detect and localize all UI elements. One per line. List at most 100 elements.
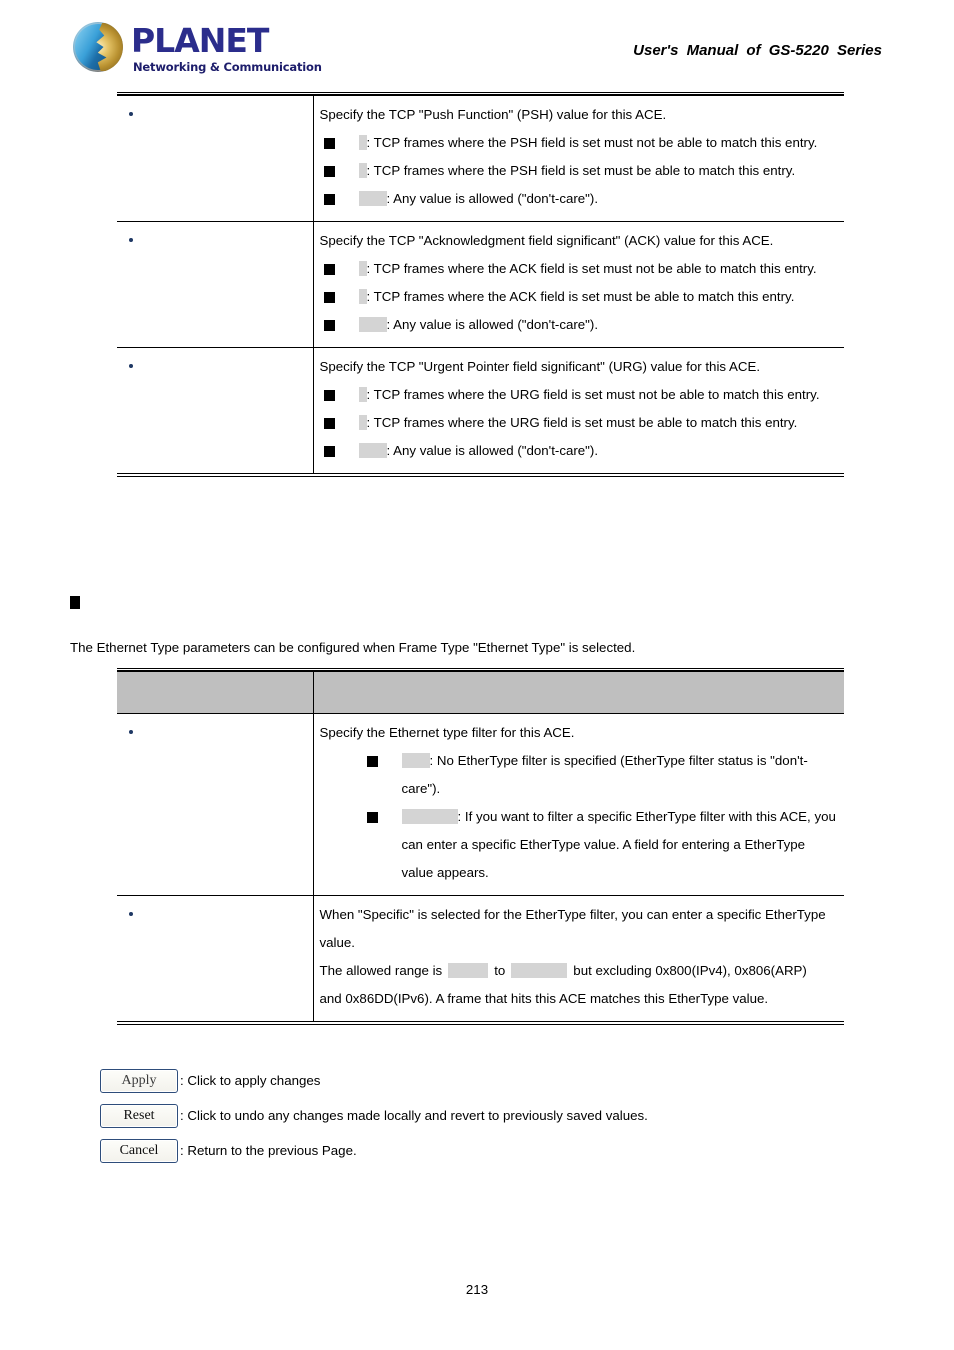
redacted-value [358,163,367,178]
tcp-flags-table: Specify the TCP "Push Function" (PSH) va… [117,92,844,479]
bullet-icon [129,238,133,242]
option-list: : TCP frames where the URG field is set … [320,381,839,465]
range-suffix: but excluding 0x800(IPv4), 0x806(ARP) [573,963,807,978]
bullet-icon [129,112,133,116]
param-desc-cell: When "Specific" is selected for the Ethe… [313,896,844,1024]
logo-wordmark: PLANET [131,21,269,60]
option-list: : TCP frames where the PSH field is set … [320,129,839,213]
range-prefix: The allowed range is [319,963,443,978]
globe-logo-icon [73,22,123,72]
square-bullet-icon [323,446,335,457]
param-desc-cell: Specify the TCP "Acknowledgment field si… [313,221,844,348]
cancel-button-caption: : Return to the previous Page. [180,1143,357,1158]
option-text: : No EtherType filter is specified (Ethe… [401,753,808,796]
param-desc-cell: Specify the Ethernet type filter for thi… [313,713,844,896]
table-row: Specify the TCP "Push Function" (PSH) va… [117,95,844,222]
param-name-cell [117,713,314,896]
param-name-cell [117,95,314,222]
table-header-row [117,671,844,714]
logo-tagline: Networking & Communication [133,60,322,74]
planet-logo: PLANET Networking & Communication [73,20,373,80]
list-item: : Any value is allowed ("don't-care"). [320,437,839,465]
redacted-value [358,443,387,458]
desc-line-3: and 0x86DD(IPv6). A frame that hits this… [319,991,769,1006]
square-bullet-icon [323,418,335,429]
square-bullet-icon [323,166,335,177]
desc-line-1: When "Specific" is selected for the Ethe… [319,907,826,950]
list-item: : TCP frames where the PSH field is set … [320,129,839,157]
list-item: : Any value is allowed ("don't-care"). [320,185,839,213]
option-text: : Any value is allowed ("don't-care"). [386,443,599,458]
redacted-value [358,191,387,206]
option-text: : Any value is allowed ("don't-care"). [386,191,599,206]
redacted-value [358,387,367,402]
bullet-icon [129,364,133,368]
bullet-icon [129,912,133,916]
manual-title: User's Manual of GS-5220 Series [633,42,882,59]
redacted-value [401,753,430,768]
button-row-reset: Reset : Click to undo any changes made l… [100,1098,860,1133]
redacted-value [358,289,367,304]
square-bullet-icon [366,812,378,823]
square-bullet-icon [323,390,335,401]
option-text: : TCP frames where the ACK field is set … [366,261,817,276]
option-text: : TCP frames where the URG field is set … [366,387,820,402]
redacted-value [358,135,367,150]
option-list: : TCP frames where the ACK field is set … [320,255,839,339]
list-item: : TCP frames where the ACK field is set … [320,255,839,283]
param-desc-cell: Specify the TCP "Urgent Pointer field si… [313,348,844,476]
button-row-apply: Apply : Click to apply changes [100,1063,860,1098]
redacted-range-max [511,963,568,978]
cancel-button[interactable]: Cancel [100,1138,178,1163]
table-row: Specify the TCP "Urgent Pointer field si… [117,347,844,476]
square-bullet-icon [323,264,335,275]
table-bottom-border [117,1021,844,1027]
ethernet-type-table: Specify the Ethernet type filter for thi… [117,668,844,1027]
redacted-value [358,415,367,430]
desc-intro: Specify the Ethernet type filter for thi… [319,725,575,740]
square-bullet-icon [323,320,335,331]
option-text: : TCP frames where the PSH field is set … [366,163,796,178]
table-row: Specify the Ethernet type filter for thi… [117,713,844,896]
desc-range-line: The allowed range is to but excluding 0x80… [320,957,839,985]
reset-button-caption: : Click to undo any changes made locally… [180,1108,648,1123]
desc-intro: Specify the TCP "Urgent Pointer field si… [319,359,761,374]
option-list: : No EtherType filter is specified (Ethe… [320,747,839,887]
square-bullet-icon [323,292,335,303]
bullet-icon [129,730,133,734]
square-bullet-icon [70,596,80,609]
reset-button[interactable]: Reset [100,1103,178,1128]
section-intro-text: The Ethernet Type parameters can be conf… [70,640,636,655]
option-text: : TCP frames where the PSH field is set … [366,135,818,150]
redacted-value [358,317,387,332]
table-bottom-border [117,473,844,479]
page-number: 213 [465,1282,489,1297]
button-legend-block: Apply : Click to apply changes Reset : C… [100,1063,860,1168]
list-item: : TCP frames where the URG field is set … [320,381,839,409]
apply-button-caption: : Click to apply changes [180,1073,321,1088]
redacted-value [358,261,367,276]
column-header-name [117,671,314,714]
range-to: to [494,963,506,978]
option-text: : TCP frames where the URG field is set … [366,415,798,430]
desc-intro: Specify the TCP "Push Function" (PSH) va… [319,107,667,122]
param-name-cell [117,895,314,1023]
option-text: : TCP frames where the ACK field is set … [366,289,795,304]
list-item: : TCP frames where the PSH field is set … [320,157,839,185]
desc-intro: Specify the TCP "Acknowledgment field si… [319,233,774,248]
square-bullet-icon [323,194,335,205]
section-heading [70,596,90,611]
param-desc-cell: Specify the TCP "Push Function" (PSH) va… [313,95,844,222]
page-header: PLANET Networking & Communication User's… [0,0,954,90]
option-text: : Any value is allowed ("don't-care"). [386,317,599,332]
table-row: Specify the TCP "Acknowledgment field si… [117,221,844,348]
redacted-value [401,809,458,824]
table-row: When "Specific" is selected for the Ethe… [117,895,844,1024]
list-item: : TCP frames where the URG field is set … [320,409,839,437]
param-name-cell [117,347,314,475]
square-bullet-icon [366,756,378,767]
button-row-cancel: Cancel : Return to the previous Page. [100,1133,860,1168]
square-bullet-icon [323,138,335,149]
apply-button[interactable]: Apply [100,1068,178,1093]
param-name-cell [117,221,314,348]
